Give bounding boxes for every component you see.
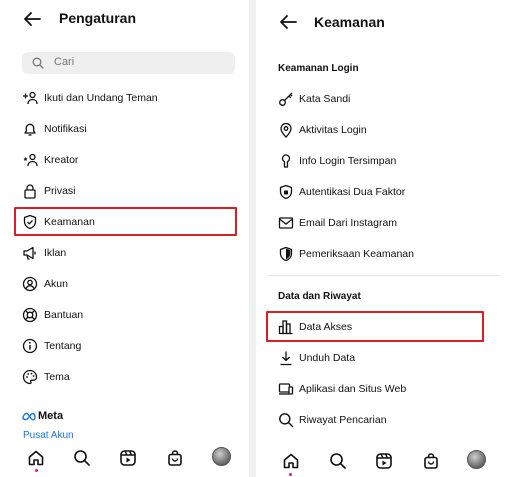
security-header: Keamanan [256,0,512,38]
settings-item-label: Privasi [44,185,76,197]
security-item-email[interactable]: Email Dari Instagram [256,208,512,238]
reels-icon[interactable] [374,451,394,471]
two-factor-shield-icon [278,184,294,200]
account-icon [22,276,38,292]
keyhole-icon [278,153,294,169]
security-item-label: Aktivitas Login [299,124,367,136]
mail-icon [278,215,294,231]
creator-icon [22,152,38,168]
settings-item-label: Tentang [44,340,82,352]
settings-item-theme[interactable]: Tema [0,362,249,392]
security-item-label: Autentikasi Dua Faktor [299,186,406,198]
security-item-apps-websites[interactable]: Aplikasi dan Situs Web [256,374,512,404]
settings-item-label: Kreator [44,154,79,166]
security-item-label: Kata Sandi [299,93,351,105]
search-placeholder: Cari [54,56,75,68]
security-item-label: Pemeriksaan Keamanan [299,248,414,260]
back-arrow-icon[interactable] [22,9,42,29]
settings-item-about[interactable]: Tentang [0,331,249,361]
info-icon [22,338,38,354]
security-item-password[interactable]: Kata Sandi [256,84,512,114]
bottom-nav [256,442,512,477]
security-item-label: Email Dari Instagram [299,217,398,229]
profile-avatar[interactable] [467,450,486,469]
page-title: Keamanan [314,14,385,30]
highlight-box-access-data [266,311,484,342]
search-icon[interactable] [328,451,348,471]
shop-icon[interactable] [421,451,441,471]
location-pin-icon [278,122,294,138]
settings-item-notifications[interactable]: Notifikasi [0,114,249,144]
devices-icon [278,381,294,397]
profile-avatar[interactable] [212,447,231,466]
accounts-center-link[interactable]: Pusat Akun [23,430,74,441]
security-screen: Keamanan Keamanan Login Kata Sandi Aktiv… [256,0,512,477]
search-input[interactable]: Cari [22,52,235,74]
download-icon [278,350,294,366]
add-person-icon [22,90,38,106]
security-item-security-check[interactable]: Pemeriksaan Keamanan [256,239,512,269]
bell-icon [22,121,38,137]
settings-screen: Pengaturan Cari Ikuti dan Undang Teman N… [0,0,249,477]
security-item-label: Unduh Data [299,352,356,364]
key-icon [278,91,294,107]
security-item-label: Info Login Tersimpan [299,155,397,167]
meta-logo-text: Meta [38,410,64,422]
security-item-login-activity[interactable]: Aktivitas Login [256,115,512,145]
notification-dot [35,469,38,472]
security-item-download-data[interactable]: Unduh Data [256,343,512,373]
notification-dot [289,473,292,476]
security-item-two-factor[interactable]: Autentikasi Dua Faktor [256,177,512,207]
screen-gap [249,0,256,477]
section-data-history: Data dan Riwayat [278,291,361,302]
settings-item-follow-invite[interactable]: Ikuti dan Undang Teman [0,83,249,113]
settings-item-help[interactable]: Bantuan [0,300,249,330]
settings-item-label: Tema [44,371,70,383]
settings-header: Pengaturan [0,0,249,38]
lifebuoy-icon [22,307,38,323]
back-arrow-icon[interactable] [278,12,298,32]
highlight-box-security [14,207,237,236]
search-icon [278,412,294,428]
megaphone-icon [22,245,38,261]
search-icon[interactable] [72,448,92,468]
security-item-saved-login[interactable]: Info Login Tersimpan [256,146,512,176]
settings-item-account[interactable]: Akun [0,269,249,299]
reels-icon[interactable] [118,448,138,468]
settings-item-label: Iklan [44,247,67,259]
shop-icon[interactable] [165,448,185,468]
section-divider [268,275,500,276]
home-icon[interactable] [281,451,301,471]
settings-item-creator[interactable]: Kreator [0,145,249,175]
settings-item-label: Ikuti dan Undang Teman [44,92,158,104]
bottom-nav [0,442,249,477]
settings-item-label: Notifikasi [44,123,87,135]
security-item-label: Riwayat Pencarian [299,414,387,426]
settings-item-ads[interactable]: Iklan [0,238,249,268]
settings-item-label: Akun [44,278,68,290]
settings-item-privacy[interactable]: Privasi [0,176,249,206]
security-item-label: Aplikasi dan Situs Web [299,383,407,395]
page-title: Pengaturan [59,10,137,26]
home-icon[interactable] [26,448,46,468]
lock-icon [22,183,38,199]
meta-infinity-icon [22,412,36,420]
shield-check-icon [278,246,294,262]
palette-icon [22,369,38,385]
security-item-search-history[interactable]: Riwayat Pencarian [256,405,512,435]
settings-item-label: Bantuan [44,309,84,321]
meta-logo: Meta [22,410,63,422]
search-icon [32,57,44,69]
section-login-security: Keamanan Login [278,63,359,74]
